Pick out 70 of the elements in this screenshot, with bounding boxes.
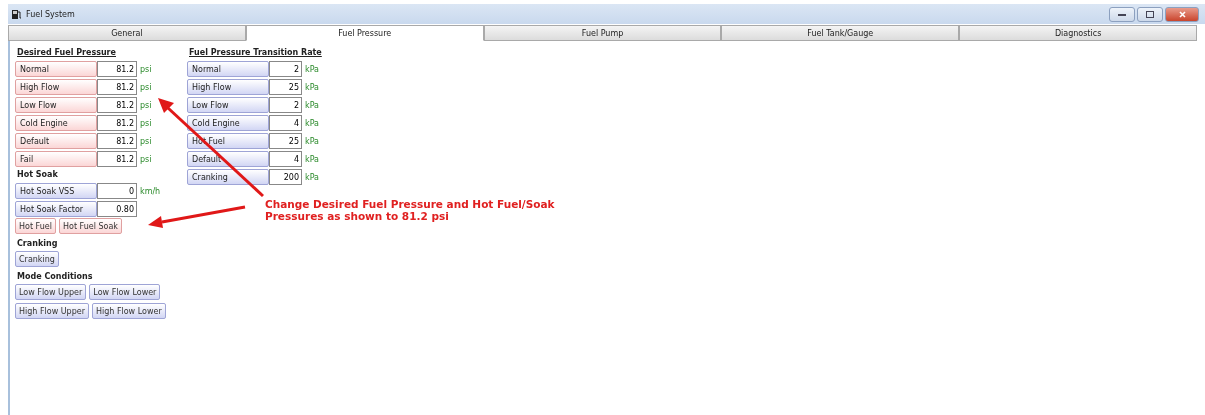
unit-label: kPa — [305, 154, 319, 164]
mode-button[interactable]: Hot Fuel — [15, 218, 56, 234]
section-heading: Fuel Pressure Transition Rate — [189, 48, 322, 57]
mode-button[interactable]: Hot Fuel Soak — [58, 218, 122, 234]
value-field[interactable]: 4 — [269, 151, 302, 167]
minimize-icon — [1118, 12, 1126, 16]
unit-label: kPa — [305, 172, 319, 182]
value-field[interactable]: 81.2 — [97, 151, 137, 167]
section-heading: Desired Fuel Pressure — [17, 48, 117, 57]
close-icon — [1178, 10, 1186, 18]
value-field[interactable]: 0.80 — [97, 201, 137, 217]
parameter-label: Cranking — [187, 169, 269, 185]
tab[interactable]: General — [8, 25, 246, 41]
unit-label: psi — [140, 154, 152, 164]
parameter-label: Hot Soak VSS — [15, 183, 97, 199]
value-field[interactable]: 81.2 — [97, 79, 137, 95]
unit-label: km/h — [140, 186, 161, 196]
value-field[interactable]: 0 — [97, 183, 137, 199]
maximize-icon — [1146, 10, 1154, 18]
tab[interactable]: Fuel Pressure — [245, 25, 484, 41]
unit-label: kPa — [305, 136, 319, 146]
parameter-label: High Flow — [187, 79, 269, 95]
tab[interactable]: Diagnostics — [959, 25, 1197, 41]
value-field[interactable]: 81.2 — [97, 133, 137, 149]
section-heading: Cranking — [17, 239, 59, 248]
window-title: Fuel System — [26, 9, 75, 19]
value-field[interactable]: 2 — [269, 97, 302, 113]
parameter-label: Low Flow — [15, 97, 97, 113]
unit-label: psi — [140, 136, 152, 146]
value-field[interactable]: 25 — [269, 133, 302, 149]
fuel-pump-icon — [11, 8, 22, 20]
maximize-button[interactable] — [1137, 6, 1163, 22]
close-button[interactable] — [1165, 6, 1199, 22]
mode-button[interactable]: Cranking — [15, 251, 59, 267]
parameter-label: Normal — [15, 61, 97, 77]
parameter-label: High Flow — [15, 79, 97, 95]
value-field[interactable]: 2 — [269, 61, 302, 77]
unit-label: kPa — [305, 64, 319, 74]
mode-button[interactable]: High Flow Lower — [91, 303, 166, 319]
annotation-text: Pressures as shown to 81.2 psi — [265, 210, 450, 222]
value-field[interactable]: 25 — [269, 79, 302, 95]
parameter-label: Cold Engine — [187, 115, 269, 131]
parameter-label: Default — [15, 133, 97, 149]
unit-label: kPa — [305, 100, 319, 110]
unit-label: kPa — [305, 82, 319, 92]
value-field[interactable]: 81.2 — [97, 115, 137, 131]
value-field[interactable]: 81.2 — [97, 97, 137, 113]
unit-label: psi — [140, 118, 152, 128]
mode-button[interactable]: High Flow Upper — [15, 303, 89, 319]
parameter-label: Low Flow — [187, 97, 269, 113]
parameter-label: Default — [187, 151, 269, 167]
tab[interactable]: Fuel Tank/Gauge — [721, 25, 960, 41]
parameter-label: Cold Engine — [15, 115, 97, 131]
value-field[interactable]: 4 — [269, 115, 302, 131]
tab[interactable]: Fuel Pump — [483, 25, 722, 41]
minimize-button[interactable] — [1109, 6, 1135, 22]
parameter-label: Normal — [187, 61, 269, 77]
parameter-label: Hot Soak Factor — [15, 201, 97, 217]
unit-label: psi — [140, 82, 152, 92]
mode-button[interactable]: Low Flow Lower — [89, 284, 161, 300]
unit-label: kPa — [305, 118, 319, 128]
annotation-text: Change Desired Fuel Pressure and Hot Fuel/Soak — [265, 198, 555, 210]
unit-label: psi — [140, 64, 152, 74]
mode-button[interactable]: Low Flow Upper — [15, 284, 87, 300]
parameter-label: Fail — [15, 151, 97, 167]
value-field[interactable]: 81.2 — [97, 61, 137, 77]
section-heading: Mode Conditions — [17, 272, 94, 281]
value-field[interactable]: 200 — [269, 169, 302, 185]
unit-label: psi — [140, 100, 152, 110]
section-heading: Hot Soak — [17, 170, 59, 179]
